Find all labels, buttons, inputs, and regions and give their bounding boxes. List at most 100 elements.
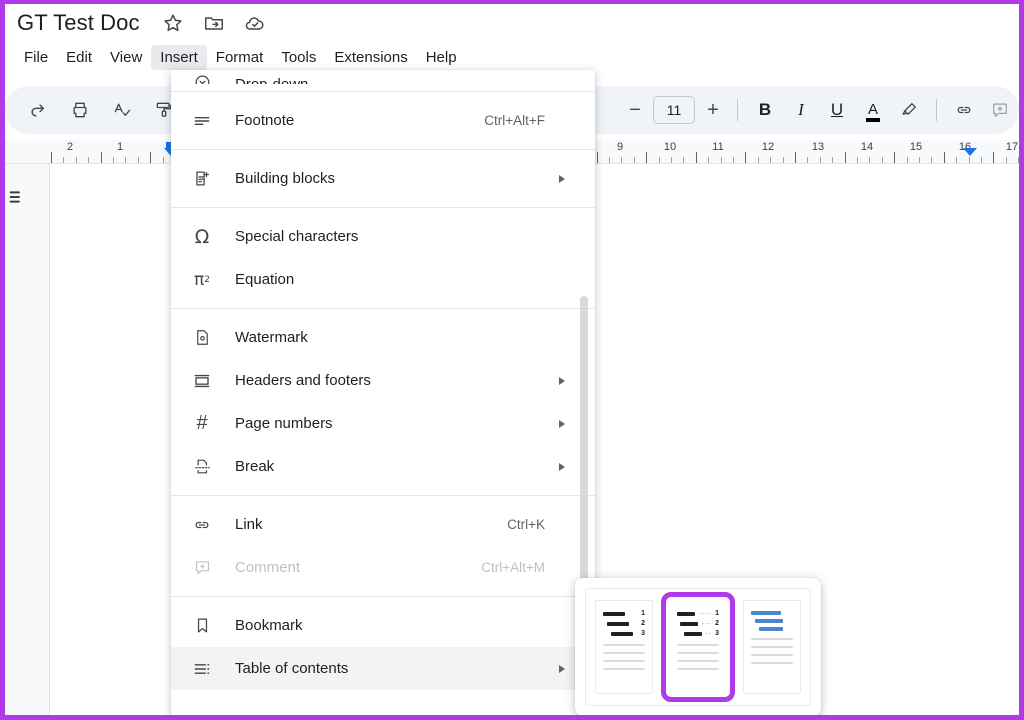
toc-with-page-numbers[interactable]: 1 2 3 <box>595 600 653 694</box>
chevron-right-icon <box>559 376 565 385</box>
menu-edit[interactable]: Edit <box>57 45 101 70</box>
toc-heading-line <box>751 619 793 623</box>
ruler-tick <box>993 152 994 163</box>
ruler-tick <box>907 157 908 163</box>
ruler-tick <box>981 157 982 163</box>
menu-item-headers-and-footers[interactable]: Headers and footers <box>171 359 595 402</box>
toc-heading-line: ·· 3 <box>677 630 719 637</box>
ruler-tick <box>944 152 945 163</box>
move-folder-icon[interactable] <box>203 12 225 34</box>
table-of-contents-submenu: 1 2 3 ···· 1 ··· 2 ·· 3 <box>575 578 821 715</box>
menu-item-label: Drop-down <box>235 76 308 84</box>
toc-heading-line <box>751 627 793 631</box>
link-icon <box>191 514 213 536</box>
menu-item-footnote[interactable]: Footnote Ctrl+Alt+F <box>171 99 595 142</box>
menu-item-label: Bookmark <box>235 617 303 634</box>
toolbar-right-group: − 11 + B I U A <box>623 86 1015 134</box>
text-color-swatch <box>865 118 880 122</box>
bold-button[interactable]: B <box>750 95 780 125</box>
footnote-icon <box>191 110 213 132</box>
ruler-number: 1 <box>116 141 124 153</box>
ruler-tick <box>969 157 970 163</box>
increase-font-size-button[interactable]: + <box>701 100 725 120</box>
menu-insert[interactable]: Insert <box>151 44 207 70</box>
ruler-tick <box>634 157 635 163</box>
toolbar-divider <box>737 99 738 121</box>
ruler-tick <box>733 157 734 163</box>
ruler-tick <box>770 157 771 163</box>
toc-heading-line: 3 <box>603 630 645 637</box>
menu-item-drop-down[interactable]: Drop-down <box>171 70 595 84</box>
menu-item-label: Link <box>235 516 263 533</box>
ruler-tick <box>609 157 610 163</box>
ruler-tick <box>919 157 920 163</box>
right-indent-marker[interactable] <box>963 148 977 156</box>
dropdown-icon <box>191 71 213 84</box>
menu-item-watermark[interactable]: Watermark <box>171 316 595 359</box>
toc-heading-line: 2 <box>603 620 645 627</box>
text-color-button[interactable]: A <box>858 95 888 125</box>
ruler-tick <box>683 157 684 163</box>
menu-item-building-blocks[interactable]: Building blocks <box>171 157 595 200</box>
menu-item-label: Break <box>235 458 275 475</box>
link-icon[interactable] <box>949 95 979 125</box>
menu-help[interactable]: Help <box>417 45 466 70</box>
toc-heading-line: ···· 1 <box>677 610 719 617</box>
menu-item-page-numbers[interactable]: # Page numbers <box>171 402 595 445</box>
menu-format[interactable]: Format <box>207 45 273 70</box>
toc-with-dotted-leaders[interactable]: ···· 1 ··· 2 ·· 3 <box>661 592 735 702</box>
break-icon <box>191 456 213 478</box>
document-outline-icon[interactable] <box>7 186 29 208</box>
menu-tools[interactable]: Tools <box>272 45 325 70</box>
toc-body-lines <box>677 644 719 670</box>
menu-file[interactable]: File <box>15 45 57 70</box>
menu-item-break[interactable]: Break <box>171 445 595 488</box>
comment-icon[interactable] <box>985 95 1015 125</box>
menu-item-label: Equation <box>235 271 295 288</box>
menu-view[interactable]: View <box>101 45 151 70</box>
menu-separator <box>171 495 595 496</box>
toc-heading-line: ··· 2 <box>677 620 719 627</box>
ruler-number: 12 <box>761 141 775 153</box>
highlight-icon[interactable] <box>894 95 924 125</box>
toc-body-lines <box>751 638 793 664</box>
menu-item-table-of-contents[interactable]: Table of contents <box>171 647 595 690</box>
decrease-font-size-button[interactable]: − <box>623 100 647 120</box>
ruler-tick <box>150 152 151 163</box>
cloud-saved-icon[interactable] <box>244 12 266 34</box>
ruler-number: 2 <box>66 141 74 153</box>
menu-item-bookmark[interactable]: Bookmark <box>171 604 595 647</box>
ruler-tick <box>857 157 858 163</box>
menu-extensions[interactable]: Extensions <box>325 45 416 70</box>
redo-icon[interactable] <box>23 95 53 125</box>
menu-item-label: Comment <box>235 559 301 576</box>
building-blocks-icon <box>191 168 213 190</box>
ruler-tick <box>721 157 722 163</box>
menu-item-special-characters[interactable]: Ω Special characters <box>171 215 595 258</box>
ruler-number: 11 <box>712 141 724 153</box>
star-icon[interactable] <box>162 12 184 34</box>
underline-button[interactable]: U <box>822 95 852 125</box>
ruler-tick <box>894 152 895 163</box>
ruler-tick <box>869 157 870 163</box>
title-icon-group <box>162 12 266 34</box>
menu-item-link[interactable]: Link Ctrl+K <box>171 503 595 546</box>
ruler-tick <box>783 157 784 163</box>
comment-icon <box>191 557 213 579</box>
menu-bar: File Edit View Insert Format Tools Exten… <box>5 42 1019 72</box>
document-title[interactable]: GT Test Doc <box>17 10 140 36</box>
ruler-tick <box>671 157 672 163</box>
menu-item-equation[interactable]: π2 Equation <box>171 258 595 301</box>
menu-item-label: Page numbers <box>235 415 333 432</box>
ruler-number: 14 <box>860 141 874 153</box>
toc-with-links[interactable] <box>743 600 801 694</box>
spellcheck-icon[interactable] <box>107 95 137 125</box>
toc-page-number: 3 <box>715 630 719 637</box>
ruler-tick <box>1006 157 1007 163</box>
ruler-tick <box>758 157 759 163</box>
chevron-right-icon <box>559 664 565 673</box>
font-size-input[interactable]: 11 <box>653 96 695 124</box>
italic-button[interactable]: I <box>786 95 816 125</box>
ruler-tick <box>956 157 957 163</box>
print-icon[interactable] <box>65 95 95 125</box>
